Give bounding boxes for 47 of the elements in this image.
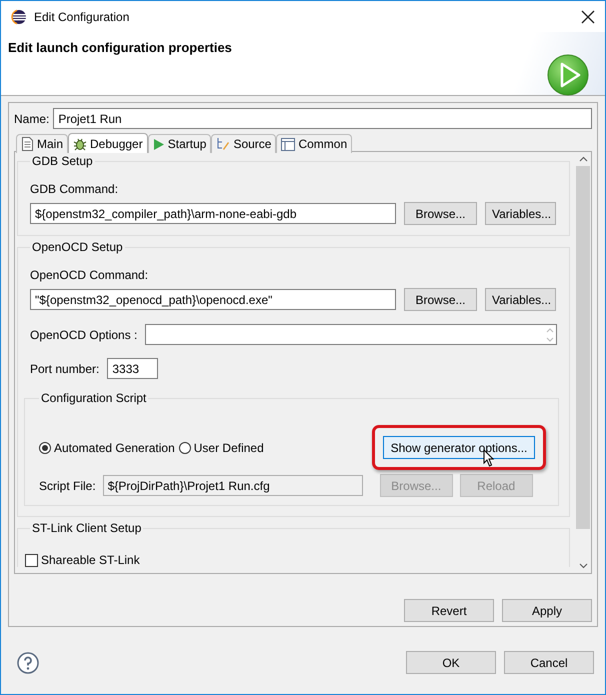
window-title: Edit Configuration <box>34 10 130 24</box>
dialog-button[interactable]: Variables... <box>485 288 556 311</box>
checkbox-option[interactable]: Shareable ST-Link <box>25 553 557 567</box>
dialog-button[interactable]: Browse... <box>404 288 477 311</box>
tab[interactable]: Main <box>16 134 68 153</box>
field-label: Script File: <box>39 478 96 492</box>
group-title: Configuration Script <box>40 391 148 405</box>
scroll-up-icon[interactable] <box>578 156 588 162</box>
dialog-button[interactable]: Browse... <box>404 202 477 225</box>
spinner-icon <box>546 326 554 344</box>
field-label: Port number: <box>30 362 100 376</box>
table-icon <box>281 138 296 150</box>
gdb-command-field[interactable]: ${openstm32_compiler_path}\arm-none-eabi-gdb <box>30 203 396 224</box>
group-title: ST-Link Client Setup <box>31 521 142 535</box>
radio-option[interactable]: User Defined <box>178 440 264 454</box>
openocd-command-field[interactable]: "${openstm32_openocd_path}\openocd.exe" <box>30 289 396 310</box>
tab[interactable]: Debugger <box>68 133 148 153</box>
dialog-button[interactable]: OK <box>406 651 496 674</box>
script-file-field[interactable]: ${ProjDirPath}\Projet1 Run.cfg <box>102 475 363 496</box>
app-icon <box>11 8 27 24</box>
group-title: GDB Setup <box>31 154 94 168</box>
close-icon[interactable] <box>581 10 595 24</box>
show-generator-options-button[interactable]: Show generator options... <box>383 436 535 459</box>
dialog-button[interactable]: Revert <box>404 599 494 622</box>
document-icon <box>21 137 34 151</box>
name-field[interactable]: Projet1 Run <box>53 108 592 129</box>
port-number-field[interactable]: 3333 <box>107 358 158 379</box>
play-icon <box>152 138 165 150</box>
name-label: Name: <box>14 112 50 126</box>
dialog-button[interactable]: Cancel <box>504 651 594 674</box>
field-label: OpenOCD Command: <box>30 268 150 282</box>
group-title: OpenOCD Setup <box>31 240 124 254</box>
tab[interactable]: Source <box>211 134 276 153</box>
scroll-down-icon[interactable] <box>578 563 588 569</box>
dialog-button[interactable]: Variables... <box>485 202 556 225</box>
tab[interactable]: Common <box>276 134 352 153</box>
help-icon[interactable] <box>17 652 39 674</box>
bug-icon <box>73 136 88 150</box>
radio-option[interactable]: Automated Generation <box>39 440 175 454</box>
tab[interactable]: Startup <box>148 134 212 153</box>
field-label: GDB Command: <box>30 182 120 196</box>
openocd-options-field[interactable] <box>145 324 557 345</box>
dialog-button[interactable]: Apply <box>502 599 592 622</box>
header-title: Edit launch configuration properties <box>8 40 232 55</box>
field-label: OpenOCD Options : <box>30 328 138 342</box>
run-icon <box>547 54 589 96</box>
source-tree-icon <box>216 137 230 151</box>
